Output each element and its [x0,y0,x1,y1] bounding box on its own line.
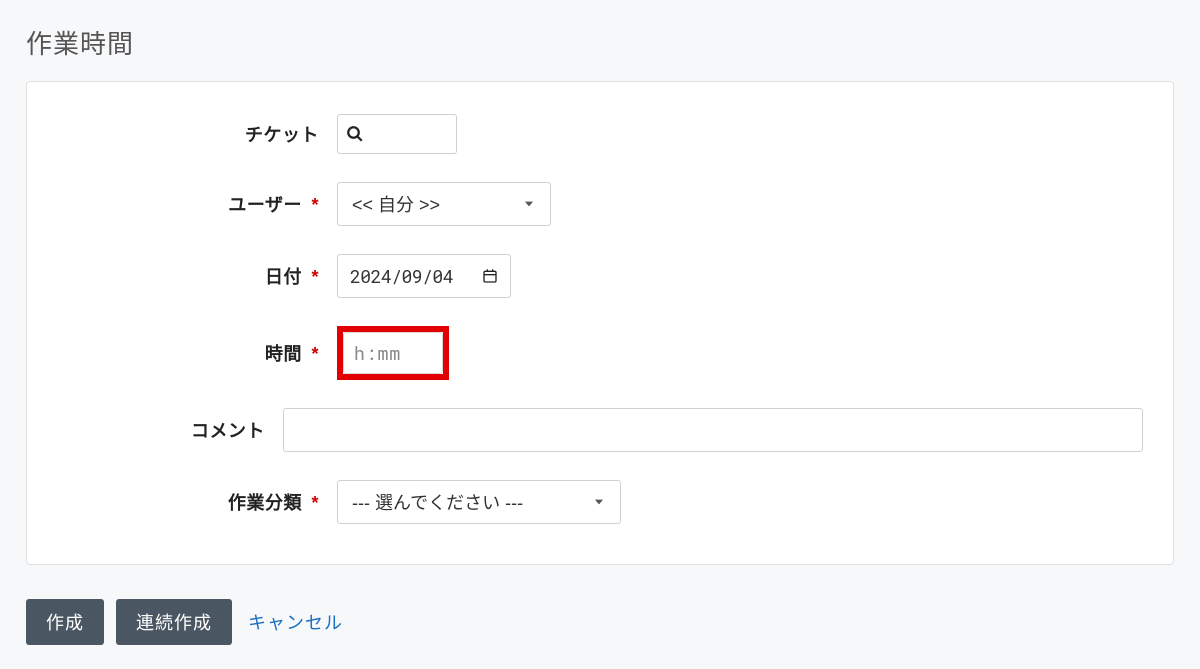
activity-label: 作業分類 * [57,489,337,515]
form-panel: チケット ユーザー * << 自分 >> [26,81,1174,565]
chevron-down-icon [592,495,606,509]
user-select-value: << 自分 >> [352,191,440,217]
time-field: h:mm [337,326,449,380]
user-label-text: ユーザー [228,195,302,215]
time-label-text: 時間 [265,344,302,364]
activity-field: --- 選んでください --- [337,480,621,524]
ticket-input[interactable] [337,114,457,154]
comment-label-text: コメント [191,421,265,441]
form-row-ticket: チケット [57,114,1143,154]
ticket-label: チケット [57,121,337,147]
create-continue-button[interactable]: 連続作成 [116,599,232,645]
date-field: 2024/09/04 [337,254,511,298]
comment-field [283,408,1143,452]
form-actions: 作成 連続作成 キャンセル [26,599,1174,645]
time-highlight-box: h:mm [337,326,449,380]
user-select[interactable]: << 自分 >> [337,182,551,226]
page-title: 作業時間 [26,24,1174,61]
calendar-icon [482,268,498,284]
required-marker: * [311,195,319,215]
ticket-field [337,114,457,154]
required-marker: * [311,344,319,364]
activity-select-value: --- 選んでください --- [352,489,523,515]
user-label: ユーザー * [57,191,337,217]
activity-label-text: 作業分類 [228,493,302,513]
required-marker: * [311,267,319,287]
search-icon [346,125,364,143]
time-input[interactable]: h:mm [343,332,443,374]
ticket-label-text: チケット [245,125,319,145]
form-row-time: 時間 * h:mm [57,326,1143,380]
user-field: << 自分 >> [337,182,551,226]
time-placeholder: h:mm [354,341,401,365]
form-row-comment: コメント [57,408,1143,452]
date-input[interactable]: 2024/09/04 [337,254,511,298]
required-marker: * [311,493,319,513]
cancel-link[interactable]: キャンセル [248,609,343,635]
create-button[interactable]: 作成 [26,599,104,645]
form-row-date: 日付 * 2024/09/04 [57,254,1143,298]
date-label: 日付 * [57,263,337,289]
form-row-user: ユーザー * << 自分 >> [57,182,1143,226]
date-value: 2024/09/04 [350,264,453,288]
comment-label: コメント [57,417,283,443]
date-label-text: 日付 [265,267,302,287]
chevron-down-icon [522,197,536,211]
comment-input[interactable] [283,408,1143,452]
time-label: 時間 * [57,340,337,366]
form-row-activity: 作業分類 * --- 選んでください --- [57,480,1143,524]
activity-select[interactable]: --- 選んでください --- [337,480,621,524]
